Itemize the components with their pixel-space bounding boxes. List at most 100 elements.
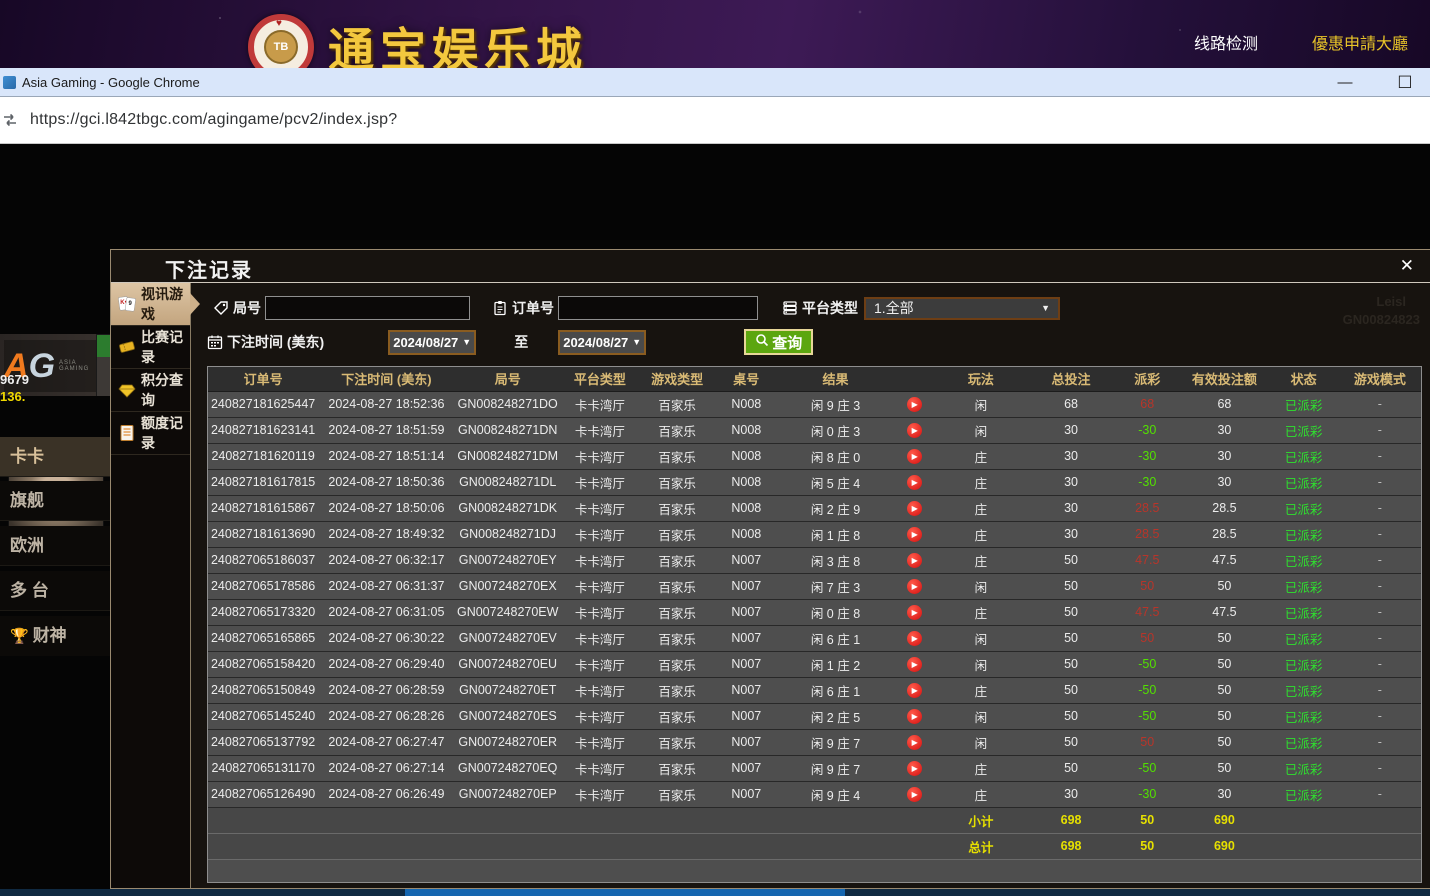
cell-order: 240827065186037 <box>208 547 318 573</box>
scrollbar-thumb[interactable] <box>405 889 845 896</box>
cell-video: ▶ <box>894 677 936 703</box>
cell-table_no: N007 <box>715 781 777 807</box>
cell-status: 已派彩 <box>1271 417 1337 443</box>
cell-table_no: N007 <box>715 573 777 599</box>
search-button[interactable]: 查询 <box>744 329 813 355</box>
play-video-icon[interactable]: ▶ <box>907 579 922 594</box>
cell-video: ▶ <box>894 625 936 651</box>
play-video-icon[interactable]: ▶ <box>907 423 922 438</box>
date-from-picker[interactable]: 2024/08/27▼ <box>388 330 476 355</box>
cell-time: 2024-08-27 18:50:06 <box>318 495 454 521</box>
cell-platform: 卡卡湾厅 <box>561 625 639 651</box>
play-video-icon[interactable]: ▶ <box>907 631 922 646</box>
cell-table_no: N008 <box>715 443 777 469</box>
cell-bet: 50 <box>1026 625 1116 651</box>
cell-game: 百家乐 <box>639 729 715 755</box>
cell-valid: 28.5 <box>1178 521 1270 547</box>
promo-hall-link[interactable]: 優惠申請大廳 <box>1312 30 1408 54</box>
play-video-icon[interactable]: ▶ <box>907 709 922 724</box>
bet-record-dialog: 下注记录 ✕ Leisl GN00824823 K♥9 视讯游戏 比赛记录 <box>110 249 1430 889</box>
play-video-icon[interactable]: ▶ <box>907 683 922 698</box>
cell-table_no: N008 <box>715 391 777 417</box>
cell-result: 闲 9 庄 3 <box>777 391 893 417</box>
cell-time: 2024-08-27 06:28:26 <box>318 703 454 729</box>
cell-play: 闲 <box>936 703 1026 729</box>
cell-video: ▶ <box>894 651 936 677</box>
ag-logo-g: G <box>29 347 55 386</box>
cell-video: ▶ <box>894 443 936 469</box>
tab-points-query[interactable]: 积分查询 <box>111 369 190 412</box>
cell-play: 闲 <box>936 391 1026 417</box>
cell-play: 闲 <box>936 625 1026 651</box>
play-video-icon[interactable]: ▶ <box>907 735 922 750</box>
chrome-urlbar[interactable]: https://gci.l842tbgc.com/agingame/pcv2/i… <box>0 97 1430 144</box>
site-settings-icon[interactable] <box>2 112 18 128</box>
line-check-link[interactable]: 线路检测 <box>1194 30 1258 54</box>
play-video-icon[interactable]: ▶ <box>907 657 922 672</box>
play-video-icon[interactable]: ▶ <box>907 787 922 802</box>
cell-mode: - <box>1337 443 1422 469</box>
play-video-icon[interactable]: ▶ <box>907 761 922 776</box>
tab-match-records[interactable]: 比赛记录 <box>111 326 190 369</box>
cell-bet: 50 <box>1026 651 1116 677</box>
cell-platform: 卡卡湾厅 <box>561 755 639 781</box>
platform-type-label: 平台类型 <box>802 298 858 318</box>
chip-label: TB <box>264 30 298 64</box>
cell-bet: 30 <box>1026 781 1116 807</box>
maximize-button[interactable]: ☐ <box>1396 73 1414 93</box>
hall-item-tournament[interactable]: 🏆财神 <box>0 616 110 656</box>
play-video-icon[interactable]: ▶ <box>907 449 922 464</box>
hall-item-europe[interactable]: 欧洲 <box>0 526 110 566</box>
date-to-picker[interactable]: 2024/08/27▼ <box>558 330 646 355</box>
play-video-icon[interactable]: ▶ <box>907 501 922 516</box>
cell-valid: 50 <box>1178 729 1270 755</box>
cell-platform: 卡卡湾厅 <box>561 547 639 573</box>
platform-type-select[interactable]: 1.全部 ▼ <box>864 297 1060 320</box>
play-video-icon[interactable]: ▶ <box>907 553 922 568</box>
cell-payout: -30 <box>1116 469 1178 495</box>
cell-status: 已派彩 <box>1271 391 1337 417</box>
play-video-icon[interactable]: ▶ <box>907 397 922 412</box>
cell-payout: 47.5 <box>1116 547 1178 573</box>
tab-credit-records[interactable]: 额度记录 <box>111 412 190 455</box>
cell-round: GN008248271DL <box>455 469 561 495</box>
cell-platform: 卡卡湾厅 <box>561 599 639 625</box>
hall-item-flagship[interactable]: 旗舰 <box>0 481 110 521</box>
cell-game: 百家乐 <box>639 547 715 573</box>
horizontal-scrollbar[interactable] <box>0 889 1430 896</box>
cell-platform: 卡卡湾厅 <box>561 417 639 443</box>
cell-order: 240827065178586 <box>208 573 318 599</box>
table-row: 2408271816254472024-08-27 18:52:36GN0082… <box>208 391 1422 417</box>
cell-time: 2024-08-27 06:29:40 <box>318 651 454 677</box>
play-video-icon[interactable]: ▶ <box>907 527 922 542</box>
round-no-input[interactable] <box>265 296 470 320</box>
table-row: 2408270651733202024-08-27 06:31:05GN0072… <box>208 599 1422 625</box>
table-row: 2408270651508492024-08-27 06:28:59GN0072… <box>208 677 1422 703</box>
url-text[interactable]: https://gci.l842tbgc.com/agingame/pcv2/i… <box>30 111 397 129</box>
cell-play: 庄 <box>936 599 1026 625</box>
col-game: 游戏类型 <box>639 367 715 391</box>
cell-mode: - <box>1337 651 1422 677</box>
window-title: Asia Gaming - Google Chrome <box>22 75 200 90</box>
cell-play: 闲 <box>936 729 1026 755</box>
cell-valid: 30 <box>1178 417 1270 443</box>
cell-result: 闲 6 庄 1 <box>777 677 893 703</box>
order-no-label: 订单号 <box>512 298 554 318</box>
order-no-input[interactable] <box>558 296 758 320</box>
play-video-icon[interactable]: ▶ <box>907 605 922 620</box>
close-icon[interactable]: ✕ <box>1400 256 1414 276</box>
cell-valid: 50 <box>1178 755 1270 781</box>
cell-game: 百家乐 <box>639 521 715 547</box>
hall-item-multi[interactable]: 多 台 <box>0 571 110 611</box>
play-video-icon[interactable]: ▶ <box>907 475 922 490</box>
lobby-user-id-fragment: 9679 <box>0 372 29 387</box>
cell-status: 已派彩 <box>1271 599 1337 625</box>
cell-video: ▶ <box>894 521 936 547</box>
hall-item-kaka[interactable]: 卡卡 <box>0 437 110 477</box>
col-video <box>894 367 936 391</box>
cell-result: 闲 9 庄 7 <box>777 755 893 781</box>
minimize-button[interactable]: — <box>1336 74 1354 91</box>
tab-live-games[interactable]: K♥9 视讯游戏 <box>111 283 190 326</box>
cell-payout: 47.5 <box>1116 599 1178 625</box>
col-order: 订单号 <box>208 367 318 391</box>
